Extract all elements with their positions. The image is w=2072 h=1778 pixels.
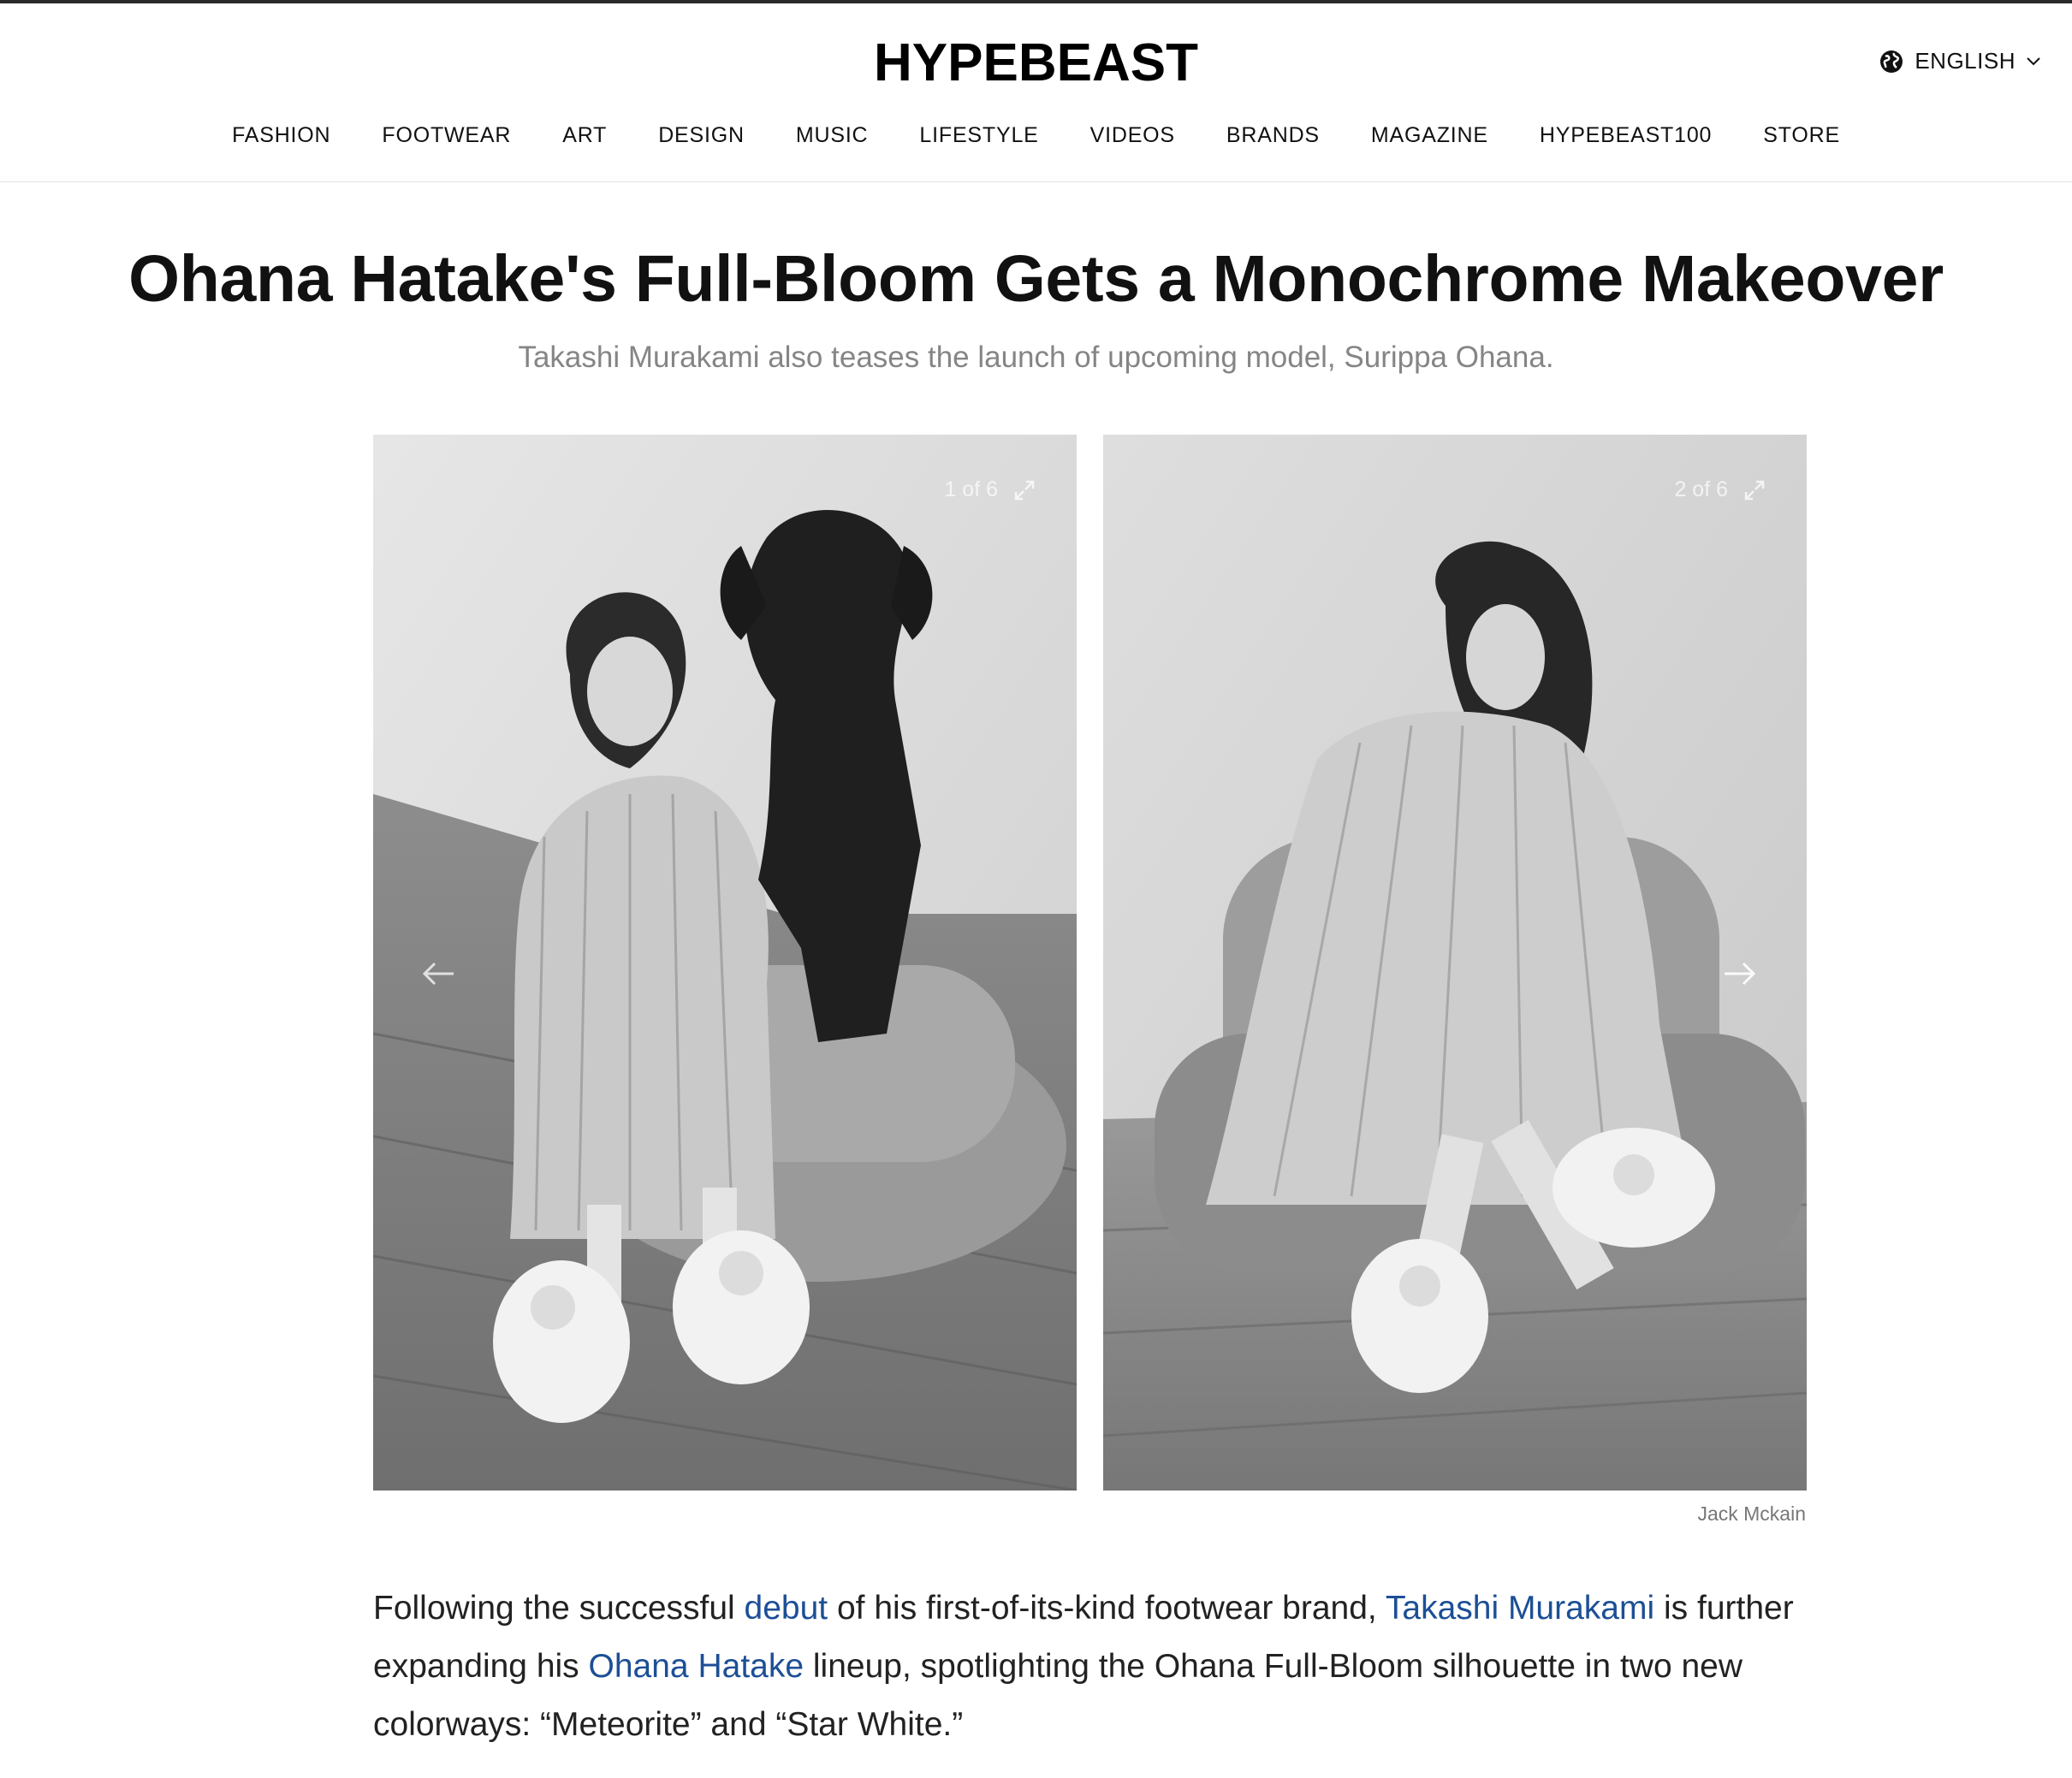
nav-item-footwear[interactable]: FOOTWEAR bbox=[356, 123, 537, 148]
nav-item-videos[interactable]: VIDEOS bbox=[1065, 123, 1201, 148]
body-text-segment: of his first-of-its-kind footwear brand, bbox=[828, 1590, 1386, 1627]
arrow-right-icon[interactable] bbox=[1723, 961, 1757, 987]
link-debut[interactable]: debut bbox=[745, 1590, 828, 1627]
expand-icon[interactable] bbox=[1743, 479, 1766, 501]
gallery-slide-1[interactable]: 1 of 6 bbox=[373, 435, 1077, 1491]
globe-icon bbox=[1880, 50, 1903, 73]
body-text-segment: Following the successful bbox=[373, 1590, 745, 1627]
slide-counter-text: 2 of 6 bbox=[1674, 477, 1728, 501]
article-subtitle: Takashi Murakami also teases the launch … bbox=[518, 341, 1554, 374]
main-nav: FASHION FOOTWEAR ART DESIGN MUSIC LIFEST… bbox=[0, 123, 2072, 148]
nav-item-art[interactable]: ART bbox=[537, 123, 632, 148]
site-logo[interactable]: HYPEBEAST bbox=[0, 33, 2072, 93]
photo-woman-in-armchair bbox=[1103, 435, 1807, 1491]
language-selector[interactable]: ENGLISH bbox=[1879, 48, 2041, 74]
slide-counter: 2 of 6 bbox=[1674, 477, 1766, 502]
article-body-paragraph: Following the successful debut of his fi… bbox=[373, 1579, 1811, 1754]
nav-item-fashion[interactable]: FASHION bbox=[206, 123, 356, 148]
nav-item-design[interactable]: DESIGN bbox=[632, 123, 770, 148]
link-takashi-murakami[interactable]: Takashi Murakami bbox=[1386, 1590, 1654, 1627]
slide-counter: 1 of 6 bbox=[944, 477, 1036, 502]
link-ohana-hatake[interactable]: Ohana Hatake bbox=[589, 1648, 804, 1685]
photo-credit: Jack Mckain bbox=[1697, 1502, 1806, 1525]
chevron-down-icon bbox=[2027, 56, 2040, 65]
site-header: HYPEBEAST ENGLISH FASHION FOOTWEAR ART D… bbox=[0, 3, 2072, 182]
nav-item-brands[interactable]: BRANDS bbox=[1201, 123, 1345, 148]
nav-item-store[interactable]: STORE bbox=[1737, 123, 1866, 148]
nav-item-hypebeast100[interactable]: HYPEBEAST100 bbox=[1514, 123, 1737, 148]
photo-woman-with-dog bbox=[373, 435, 1077, 1491]
slide-counter-text: 1 of 6 bbox=[944, 477, 998, 501]
gallery-slide-2[interactable]: 2 of 6 bbox=[1103, 435, 1807, 1491]
nav-item-magazine[interactable]: MAGAZINE bbox=[1345, 123, 1514, 148]
image-gallery: 1 of 6 2 of 6 bbox=[373, 435, 1807, 1491]
nav-item-music[interactable]: MUSIC bbox=[770, 123, 894, 148]
article-title: Ohana Hatake's Full-Bloom Gets a Monochr… bbox=[128, 242, 1944, 316]
nav-item-lifestyle[interactable]: LIFESTYLE bbox=[894, 123, 1064, 148]
expand-icon[interactable] bbox=[1013, 479, 1036, 501]
arrow-left-icon[interactable] bbox=[421, 961, 455, 987]
language-label: ENGLISH bbox=[1915, 48, 2016, 74]
